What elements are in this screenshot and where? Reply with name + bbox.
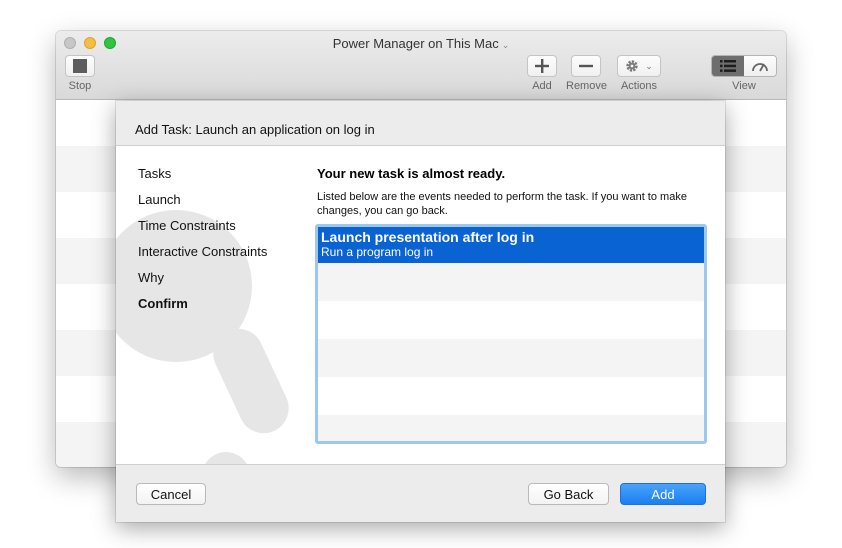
remove-toolbar-item[interactable]: Remove [566, 55, 607, 92]
empty-list-row [318, 415, 704, 441]
chevron-down-icon: ⌄ [645, 60, 653, 71]
add-task-sheet: Add Task: Launch an application on log i… [116, 101, 725, 522]
empty-list-row [318, 263, 704, 301]
window-title: Power Manager on This Mac [332, 36, 499, 51]
minus-icon [579, 64, 593, 68]
remove-toolbar-button[interactable] [571, 55, 601, 77]
window-title-area[interactable]: Power Manager on This Mac ⌄ [56, 36, 786, 51]
gauge-icon [752, 63, 768, 72]
list-view-segment[interactable] [712, 56, 744, 76]
event-subtitle: Run a program log in [321, 245, 434, 259]
sheet-title: Add Task: Launch an application on log i… [135, 122, 375, 137]
empty-list-row [318, 301, 704, 339]
actions-toolbar-item[interactable]: ⌄ Actions [616, 55, 662, 92]
cancel-button[interactable]: Cancel [136, 483, 206, 505]
step-why: Why [138, 270, 164, 285]
stop-icon [73, 59, 87, 73]
view-toolbar-item: View [711, 55, 777, 92]
empty-list-row [318, 377, 704, 415]
view-label: View [732, 80, 756, 92]
step-confirm: Confirm [138, 296, 188, 311]
list-icon [720, 60, 736, 72]
add-button[interactable]: Add [620, 483, 706, 505]
stop-toolbar-item[interactable]: Stop [65, 55, 95, 92]
event-list[interactable]: Launch presentation after log in Run a p… [315, 224, 707, 444]
actions-label: Actions [620, 80, 658, 92]
add-toolbar-item[interactable]: Add [526, 55, 558, 92]
add-label: Add [532, 80, 552, 92]
go-back-button[interactable]: Go Back [528, 483, 609, 505]
actions-menu-button[interactable]: ⌄ [617, 55, 661, 77]
confirm-description: Listed below are the events needed to pe… [317, 191, 687, 217]
stop-button[interactable] [65, 55, 95, 77]
step-interactive-constraints: Interactive Constraints [138, 244, 268, 259]
gear-icon [626, 60, 638, 72]
plus-icon [535, 59, 549, 73]
add-toolbar-button[interactable] [527, 55, 557, 77]
view-segmented-control [711, 55, 777, 77]
event-title: Launch presentation after log in [321, 229, 535, 245]
remove-label: Remove [566, 80, 607, 92]
chevron-down-icon: ⌄ [501, 40, 510, 50]
stop-label: Stop [68, 80, 92, 92]
list-item[interactable]: Launch presentation after log in Run a p… [318, 227, 704, 263]
step-time-constraints: Time Constraints [138, 218, 236, 233]
confirm-heading: Your new task is almost ready. [317, 166, 506, 181]
gauge-view-segment[interactable] [744, 56, 776, 76]
step-tasks: Tasks [138, 166, 172, 181]
wizard-steps: Tasks Launch Time Constraints Interactiv… [138, 164, 267, 320]
sheet-content: Tasks Launch Time Constraints Interactiv… [116, 145, 725, 465]
step-launch: Launch [138, 192, 181, 207]
window-toolbar: Power Manager on This Mac ⌄ Stop Add Remo… [56, 31, 786, 100]
empty-list-row [318, 339, 704, 377]
